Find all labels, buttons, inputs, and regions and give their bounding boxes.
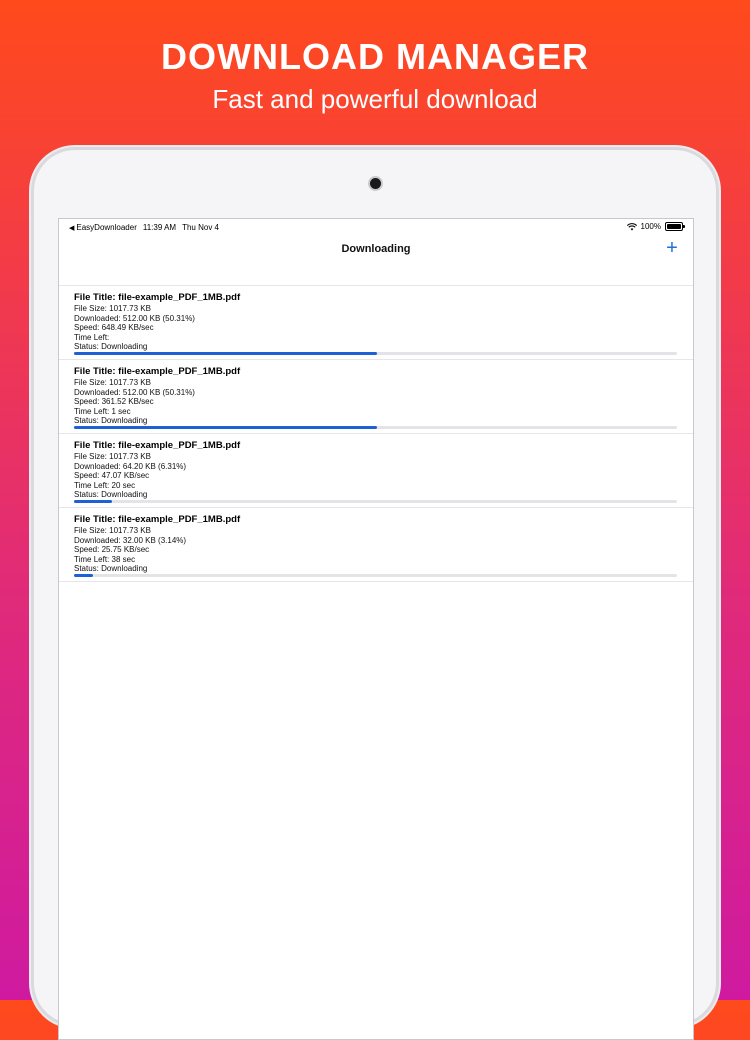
download-item[interactable]: File Title: file-example_PDF_1MB.pdf Fil… xyxy=(59,360,693,434)
back-app-name: EasyDownloader xyxy=(76,223,137,232)
battery-icon xyxy=(665,222,685,231)
progress-bar xyxy=(74,426,677,429)
navigation-bar: Downloading + xyxy=(59,235,693,286)
file-size: File Size: 1017.73 KB xyxy=(74,526,151,535)
progress-bar xyxy=(74,352,677,355)
download-status: Status: Downloading xyxy=(74,342,148,352)
add-download-button[interactable]: + xyxy=(661,237,683,259)
downloaded-amount: Downloaded: 512.00 KB (50.31%) xyxy=(74,313,195,323)
status-time: 11:39 AM xyxy=(142,223,177,232)
nav-title: Downloading xyxy=(341,243,411,255)
downloaded-amount: Downloaded: 512.00 KB (50.31%) xyxy=(74,387,195,397)
downloaded-amount: Downloaded: 32.00 KB (3.14%) xyxy=(74,535,187,545)
plus-icon: + xyxy=(666,237,678,259)
status-date: Thu Nov 4 xyxy=(182,223,219,232)
progress-bar xyxy=(74,574,677,577)
download-item[interactable]: File Title: file-example_PDF_1MB.pdf Fil… xyxy=(59,508,693,582)
download-status: Status: Downloading xyxy=(74,564,148,574)
progress-fill xyxy=(74,574,93,577)
progress-fill xyxy=(74,352,378,355)
battery-percent: 100% xyxy=(640,222,661,231)
download-item[interactable]: File Title: file-example_PDF_1MB.pdf Fil… xyxy=(59,434,693,508)
status-bar-right: 100% xyxy=(626,222,685,231)
download-speed: Speed: 25.75 KB/sec xyxy=(74,545,150,555)
ipad-device-frame: ◀ EasyDownloader 11:39 AM Thu Nov 4 100%… xyxy=(31,147,719,1040)
back-to-app-link[interactable]: ◀ EasyDownloader xyxy=(69,223,137,232)
downloads-list: File Title: file-example_PDF_1MB.pdf Fil… xyxy=(59,286,693,582)
download-status: Status: Downloading xyxy=(74,416,148,426)
wifi-icon xyxy=(626,222,637,230)
download-speed: Speed: 361.52 KB/sec xyxy=(74,397,154,407)
promo-subtitle: Fast and powerful download xyxy=(212,84,538,114)
progress-fill xyxy=(74,500,113,503)
time-left: Time Left: 1 sec xyxy=(74,406,131,416)
file-size: File Size: 1017.73 KB xyxy=(74,452,151,461)
file-title: File Title: file-example_PDF_1MB.pdf xyxy=(74,292,241,303)
file-size: File Size: 1017.73 KB xyxy=(74,304,151,313)
download-status: Status: Downloading xyxy=(74,490,148,500)
time-left: Time Left: 38 sec xyxy=(74,554,136,564)
file-title: File Title: file-example_PDF_1MB.pdf xyxy=(74,440,241,451)
downloaded-amount: Downloaded: 64.20 KB (6.31%) xyxy=(74,461,187,471)
status-bar-left: ◀ EasyDownloader 11:39 AM Thu Nov 4 xyxy=(69,223,219,232)
progress-fill xyxy=(74,426,378,429)
back-arrow-icon: ◀ xyxy=(69,224,75,232)
download-speed: Speed: 47.07 KB/sec xyxy=(74,471,150,481)
download-speed: Speed: 648.49 KB/sec xyxy=(74,323,154,333)
front-camera xyxy=(370,178,381,189)
file-title: File Title: file-example_PDF_1MB.pdf xyxy=(74,514,241,525)
download-item[interactable]: File Title: file-example_PDF_1MB.pdf Fil… xyxy=(59,286,693,360)
status-bar: ◀ EasyDownloader 11:39 AM Thu Nov 4 100% xyxy=(59,219,693,235)
file-size: File Size: 1017.73 KB xyxy=(74,378,151,387)
progress-bar xyxy=(74,500,677,503)
time-left: Time Left: xyxy=(74,332,110,342)
time-left: Time Left: 20 sec xyxy=(74,480,136,490)
promo-title: DOWNLOAD MANAGER xyxy=(161,36,589,77)
app-screen: ◀ EasyDownloader 11:39 AM Thu Nov 4 100%… xyxy=(58,218,694,1040)
file-title: File Title: file-example_PDF_1MB.pdf xyxy=(74,366,241,377)
